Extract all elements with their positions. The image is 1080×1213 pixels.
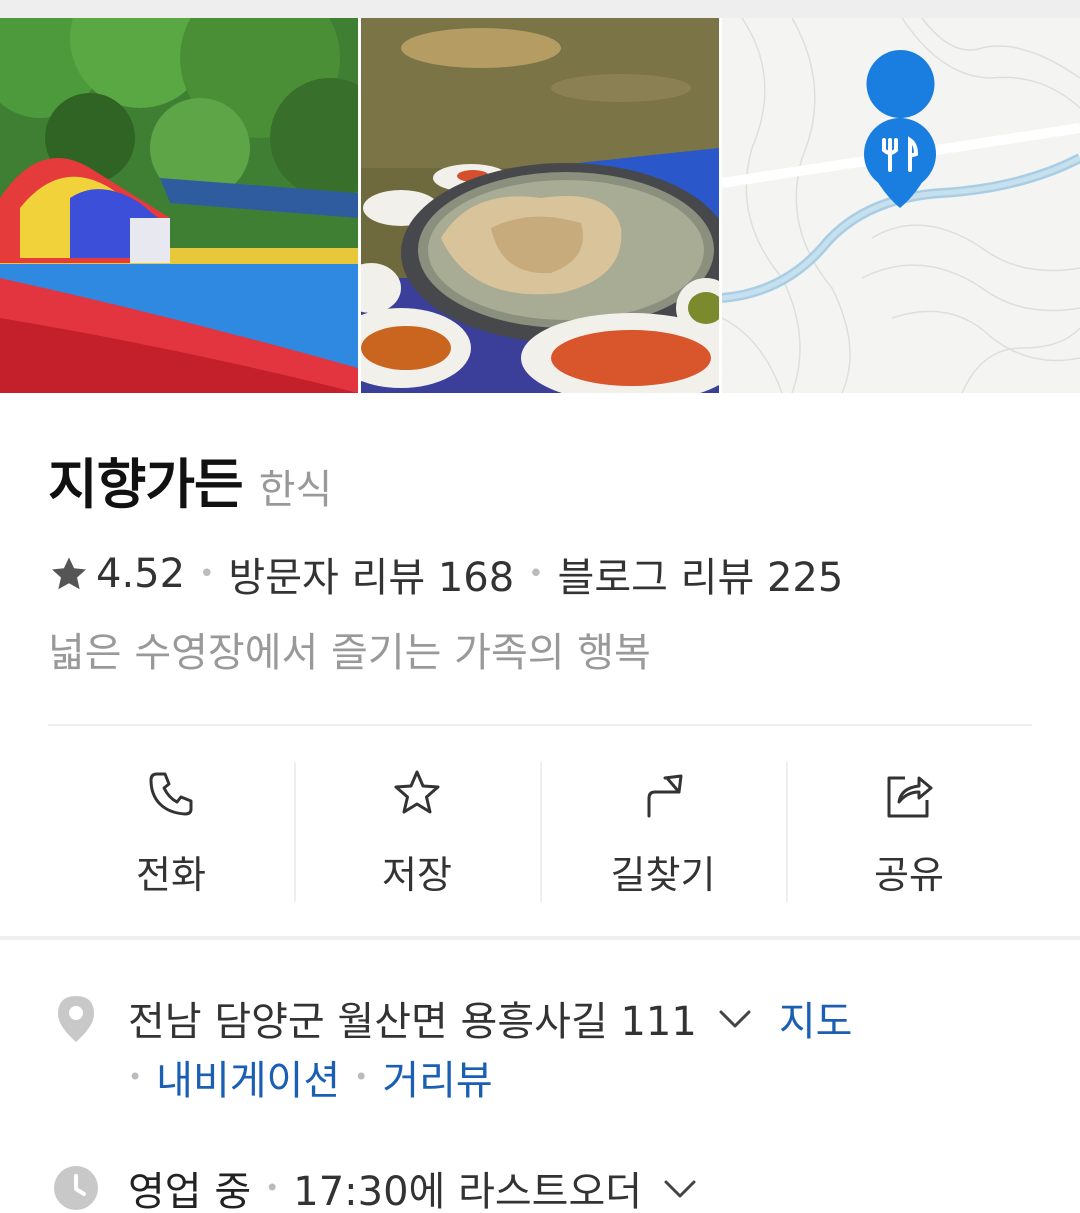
blog-reviews-link[interactable]: 블로그 리뷰 225 (558, 545, 844, 603)
separator-dot: • (354, 1063, 369, 1091)
phone-icon (149, 772, 193, 816)
chevron-down-icon[interactable] (660, 1168, 700, 1208)
action-bar: 전화 저장 길찾기 공유 (48, 762, 1032, 902)
visitor-reviews-link[interactable]: 방문자 리뷰 168 (228, 545, 514, 603)
map-thumbnail[interactable] (722, 18, 1080, 393)
rating-value: 4.52 (96, 551, 186, 597)
street-view-link[interactable]: 거리뷰 (382, 1048, 492, 1106)
section-divider (0, 936, 1080, 940)
top-strip (0, 0, 1080, 18)
place-category: 한식 (258, 467, 333, 513)
separator-dot: • (199, 559, 215, 589)
map-link[interactable]: 지도 (779, 989, 853, 1047)
photo-gallery[interactable] (0, 18, 1080, 393)
food-photo[interactable] (361, 18, 719, 393)
place-name: 지향가든 (48, 453, 244, 516)
directions-label: 길찾기 (610, 853, 716, 897)
place-header: 지향가든 한식 (48, 440, 1048, 520)
navigation-link[interactable]: 내비게이션 (156, 1048, 340, 1106)
clock-icon (54, 1166, 98, 1210)
star-outline-icon (394, 770, 440, 814)
place-description: 넓은 수영장에서 즐기는 가족의 행복 (48, 630, 651, 676)
pool-photo[interactable] (0, 18, 358, 393)
call-label: 전화 (136, 853, 206, 897)
save-label: 저장 (382, 853, 452, 897)
call-button[interactable]: 전화 (48, 762, 294, 902)
rating-review-row: 4.52 • 방문자 리뷰 168 • 블로그 리뷰 225 (48, 545, 844, 603)
chevron-down-icon[interactable] (715, 998, 755, 1038)
open-status: 영업 중 (128, 1169, 252, 1213)
save-button[interactable]: 저장 (294, 762, 540, 902)
star-icon (52, 557, 86, 590)
last-order-time[interactable]: 17:30에 라스트오더 (293, 1159, 642, 1213)
share-label: 공유 (874, 853, 944, 897)
share-icon (887, 776, 933, 818)
address-text[interactable]: 전남 담양군 월산면 용흥사길 111 (128, 989, 697, 1047)
separator-dot: • (265, 1174, 280, 1202)
location-pin-icon (58, 996, 94, 1042)
directions-button[interactable]: 길찾기 (540, 762, 786, 902)
divider (48, 724, 1032, 726)
separator-dot: • (128, 1063, 143, 1091)
directions-icon (647, 774, 683, 818)
separator-dot: • (528, 559, 544, 589)
share-button[interactable]: 공유 (786, 762, 1032, 902)
